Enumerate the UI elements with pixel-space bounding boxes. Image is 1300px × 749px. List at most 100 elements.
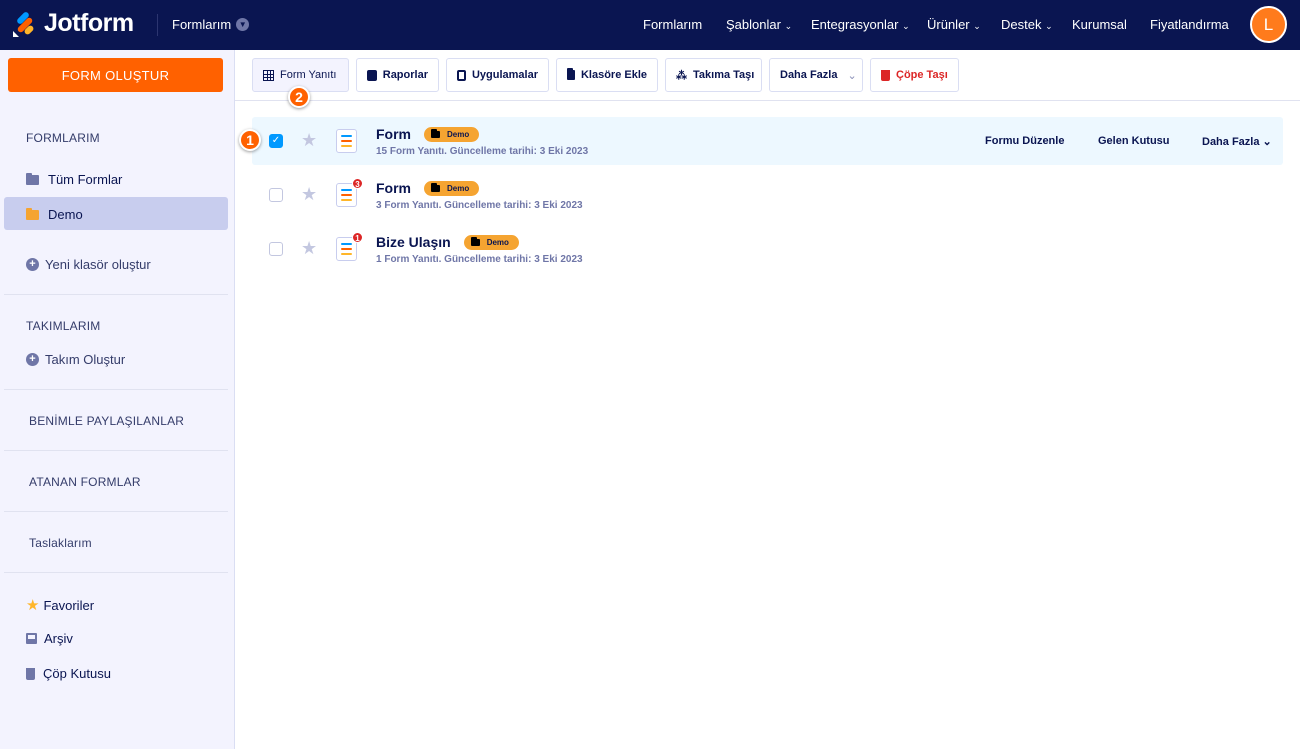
apps-button[interactable]: Uygulamalar: [446, 58, 549, 92]
trash-icon: [881, 69, 890, 81]
user-avatar[interactable]: L: [1250, 6, 1287, 43]
sidebar-item-assigned[interactable]: ATANAN FORMLAR: [29, 475, 141, 489]
more-button[interactable]: Daha Fazla ⌄: [769, 58, 863, 92]
folder-tag: Demo: [424, 126, 480, 142]
archive-icon: [26, 633, 37, 644]
create-team-button[interactable]: + Takım Oluştur: [26, 352, 125, 367]
sidebar-item-demo[interactable]: Demo: [26, 207, 83, 222]
row-checkbox[interactable]: [269, 242, 283, 256]
sidebar-item-label: Takım Oluştur: [45, 352, 126, 367]
form-subtitle: 1 Form Yanıtı. Güncelleme tarihi: 3 Eki …: [376, 254, 583, 265]
nav-sablonlar[interactable]: Şablonlar ⌄: [726, 17, 792, 32]
teams-heading: TAKIMLARIM: [26, 319, 101, 333]
new-folder-button[interactable]: + Yeni klasör oluştur: [26, 257, 151, 272]
form-row[interactable]: ★ 1 Bize Ulaşın Demo 1 Form Yanıtı. Günce…: [252, 225, 1283, 273]
form-title[interactable]: Bize Ulaşın: [376, 234, 451, 250]
form-title-wrap: Bize Ulaşın Demo: [376, 234, 519, 250]
row-checkbox[interactable]: ✓: [269, 134, 283, 148]
nav-label: Şablonlar: [726, 17, 781, 32]
header-divider: [157, 14, 158, 36]
sidebar-item-all-forms[interactable]: Tüm Formlar: [26, 172, 122, 187]
form-title-wrap: Form Demo: [376, 126, 480, 142]
jotform-logo-icon: [13, 11, 34, 37]
folder-icon: [470, 236, 480, 246]
row-checkbox[interactable]: [269, 188, 283, 202]
folder-icon: [26, 172, 39, 185]
button-label: Uygulamalar: [471, 69, 538, 81]
jotform-logo[interactable]: Jotform: [12, 9, 134, 38]
button-label: Raporlar: [382, 69, 428, 81]
nav-entegrasyonlar[interactable]: Entegrasyonlar ⌄: [811, 17, 910, 32]
row-more-button[interactable]: Daha Fazla ⌄: [1202, 135, 1272, 148]
button-label: Form Yanıtı: [280, 69, 337, 81]
star-icon[interactable]: ★: [301, 130, 317, 151]
nav-kurumsal[interactable]: Kurumsal: [1072, 17, 1127, 32]
folder-icon: [26, 207, 39, 220]
tag-label: Demo: [447, 129, 470, 139]
folder-tag: Demo: [463, 234, 519, 250]
unread-badge: 3: [352, 178, 363, 189]
move-to-trash-button[interactable]: Çöpe Taşı: [870, 58, 959, 92]
sidebar-item-label: Yeni klasör oluştur: [45, 257, 151, 272]
divider: [4, 450, 228, 451]
folder-icon: [431, 182, 440, 192]
chevron-down-icon: ⌄: [784, 21, 793, 31]
form-row[interactable]: ✓ ★ Form Demo 15 Form Yanıtı. Güncelleme …: [252, 117, 1283, 165]
add-to-folder-button[interactable]: Klasöre Ekle: [556, 58, 658, 92]
star-icon[interactable]: ★: [301, 184, 317, 205]
chevron-down-icon: ⌄: [973, 21, 981, 31]
context-dropdown[interactable]: Formlarım ▼: [172, 17, 250, 32]
nav-formlarim[interactable]: Formlarım: [643, 17, 702, 32]
sidebar-item-archive[interactable]: Arşiv: [26, 631, 73, 646]
sidebar-item-favorites[interactable]: ★ Favoriler: [26, 596, 94, 614]
sidebar-item-label: Arşiv: [44, 631, 73, 646]
move-to-team-button[interactable]: ⁂ Takıma Taşı: [665, 58, 762, 92]
context-label: Formlarım: [172, 17, 232, 32]
create-form-button[interactable]: FORM OLUŞTUR: [8, 58, 223, 92]
edit-form-button[interactable]: Formu Düzenle: [985, 135, 1064, 147]
button-label: Çöpe Taşı: [896, 69, 948, 81]
nav-destek[interactable]: Destek ⌄: [1001, 17, 1053, 32]
inbox-button[interactable]: Gelen Kutusu: [1098, 135, 1170, 147]
sidebar: FORM OLUŞTUR FORMLARIM Tüm Formlar Demo …: [0, 50, 235, 749]
divider: [4, 294, 228, 295]
sidebar-item-label: Çöp Kutusu: [43, 666, 111, 681]
divider: [4, 389, 228, 390]
tag-label: Demo: [486, 237, 509, 247]
sidebar-item-label: Favoriler: [43, 597, 95, 613]
button-label: Daha Fazla: [1202, 136, 1260, 148]
sidebar-item-trash[interactable]: Çöp Kutusu: [26, 666, 111, 681]
sidebar-item-label: Tüm Formlar: [48, 172, 123, 187]
form-icon: [336, 129, 357, 153]
form-title[interactable]: Form: [376, 180, 411, 196]
nav-fiyatlandirma[interactable]: Fiyatlandırma: [1150, 17, 1229, 32]
chevron-down-icon: ⌄: [1045, 21, 1053, 31]
table-grid-icon: [263, 69, 274, 81]
form-row[interactable]: ★ 3 Form Demo 3 Form Yanıtı. Güncelleme t…: [252, 171, 1283, 219]
nav-urunler[interactable]: Ürünler ⌄: [927, 17, 981, 32]
nav-label: Ürünler: [927, 17, 970, 32]
brand-name: Jotform: [44, 9, 134, 37]
form-subtitle: 15 Form Yanıtı. Güncelleme tarihi: 3 Eki…: [376, 146, 589, 157]
divider: [4, 572, 228, 573]
form-title[interactable]: Form: [376, 126, 411, 142]
star-icon: ★: [26, 597, 40, 614]
team-icon: ⁂: [676, 69, 687, 82]
top-header: Jotform Formlarım ▼ Formlarım Şablonlar …: [0, 0, 1300, 50]
reports-button[interactable]: Raporlar: [356, 58, 439, 92]
sidebar-item-shared[interactable]: BENİMLE PAYLAŞILANLAR: [29, 414, 184, 428]
plus-icon: +: [26, 353, 39, 366]
trash-icon: [26, 667, 35, 680]
chevron-down-icon: ⌄: [847, 69, 857, 82]
chevron-down-icon: ⌄: [902, 21, 910, 31]
star-icon[interactable]: ★: [301, 238, 317, 259]
toolbar-divider: [235, 100, 1300, 101]
unread-badge: 1: [352, 232, 363, 243]
sidebar-item-drafts[interactable]: Taslaklarım: [29, 536, 92, 550]
my-forms-heading: FORMLARIM: [26, 131, 100, 145]
chevron-down-icon: ⌄: [1262, 136, 1272, 148]
chevron-down-icon: ▼: [236, 18, 250, 31]
step-callout-1: 1: [239, 129, 261, 151]
folder-plus-icon: [567, 68, 575, 80]
report-icon: [367, 69, 377, 81]
